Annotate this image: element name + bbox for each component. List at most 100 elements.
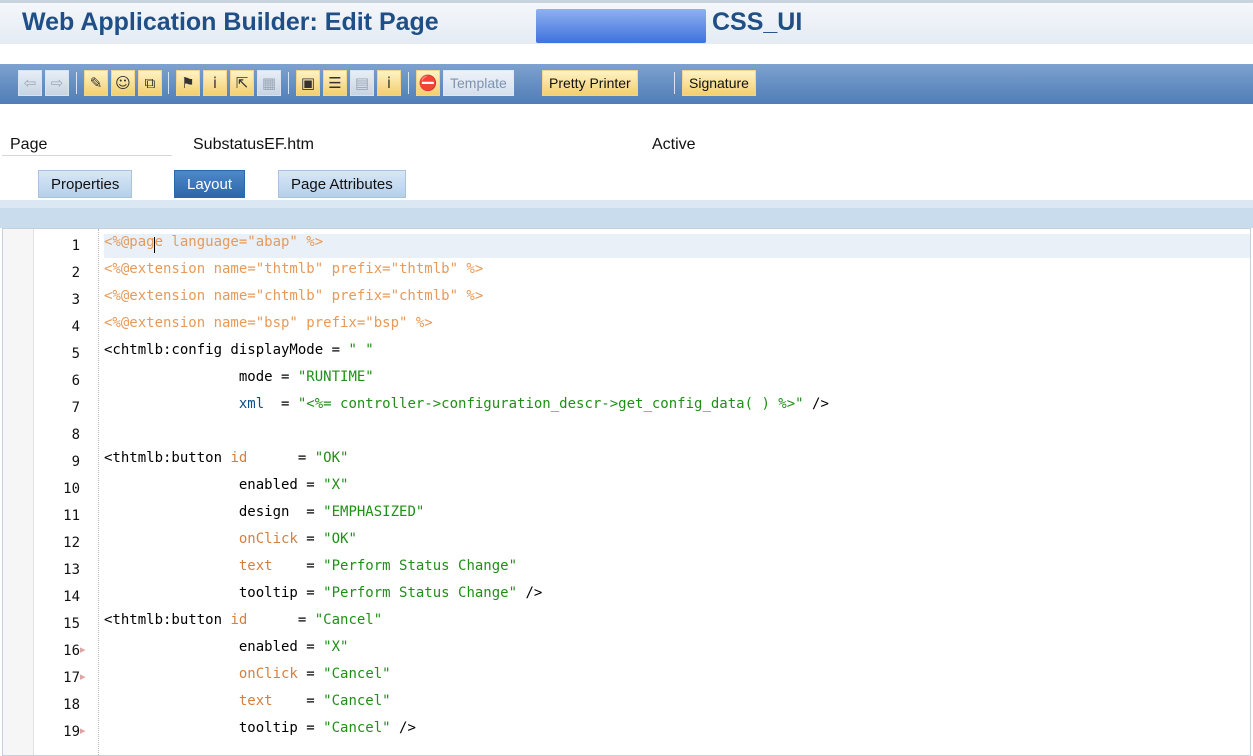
info-icon[interactable]: i: [377, 70, 401, 96]
page-field-row: Page SubstatusEF.htm Active: [0, 128, 1253, 158]
line-number: 2: [71, 265, 80, 281]
code-token: "Cancel": [323, 666, 391, 682]
page-label-underline: [2, 155, 172, 156]
pages-icon[interactable]: ⧉: [138, 70, 162, 96]
template-button: Template: [443, 70, 514, 96]
code-line[interactable]: design = "EMPHASIZED": [104, 504, 1250, 528]
pin-icon[interactable]: i: [203, 70, 227, 96]
window-title-suffix: CSS_UI: [712, 8, 803, 36]
line-number: 5: [71, 346, 80, 362]
line-number: 1: [71, 238, 80, 254]
code-line[interactable]: <thtmlb:button id = "Cancel": [104, 612, 1250, 636]
code-token: "X": [323, 477, 349, 493]
code-line[interactable]: text = "Perform Status Change": [104, 558, 1250, 582]
code-token: text: [238, 693, 273, 709]
layout-icon[interactable]: ▣: [296, 70, 320, 96]
toolbar-divider: [408, 72, 409, 94]
object-icon[interactable]: ⚑: [176, 70, 200, 96]
code-line[interactable]: enabled = "X": [104, 477, 1250, 501]
line-number: 15: [63, 616, 80, 632]
code-token: "X": [323, 639, 349, 655]
code-line[interactable]: <%@extension name="chtmlb" prefix="chtml…: [104, 288, 1250, 312]
page-name-value: SubstatusEF.htm: [193, 136, 314, 153]
code-line[interactable]: [104, 423, 1250, 447]
code-token: "Cancel": [323, 693, 391, 709]
code-editor[interactable]: 1 2 3 4 5 6 7 8 9 10 11 12 13 14 15 16 ▸ 17 ▸ 18 19 ▸ <%@page…: [2, 228, 1251, 756]
check-icon[interactable]: ☺: [111, 70, 135, 96]
code-line[interactable]: onClick = "OK": [104, 531, 1250, 555]
code-token: =: [247, 612, 315, 628]
code-line[interactable]: tooltip = "Cancel" />: [104, 720, 1250, 744]
code-token: "EMPHASIZED": [323, 504, 425, 520]
code-token: <chtmlb:config displayMode =: [104, 342, 349, 358]
code-line[interactable]: <%@extension name="bsp" prefix="bsp" %>: [104, 315, 1250, 339]
line-number: 9: [71, 454, 80, 470]
navigation-icon[interactable]: ⇱: [230, 70, 254, 96]
line-number: 8: [71, 427, 80, 443]
grid-icon: ▦: [257, 70, 281, 96]
line-number: 6: [71, 373, 80, 389]
code-line[interactable]: <chtmlb:config displayMode = " ": [104, 342, 1250, 366]
code-line[interactable]: enabled = "X": [104, 639, 1250, 663]
code-token: <thtmlb:button: [104, 450, 231, 466]
code-line[interactable]: <thtmlb:button id = "OK": [104, 450, 1250, 474]
line-number: 4: [71, 319, 80, 335]
code-token: "<%= controller->configuration_descr->ge…: [297, 396, 804, 412]
line-number: 18: [63, 697, 80, 713]
code-token: "OK": [323, 531, 357, 547]
code-token: tooltip =: [104, 585, 324, 601]
tab-properties[interactable]: Properties: [38, 170, 133, 198]
edit-icon[interactable]: ✎: [84, 70, 108, 96]
editor-left-gutter: [3, 229, 34, 755]
breakpoint-marker-icon: ▸: [80, 671, 86, 683]
line-number: 16: [63, 643, 80, 659]
page-label: Page: [10, 136, 48, 153]
code-token: <thtmlb:button: [104, 612, 231, 628]
list-icon[interactable]: ☰: [323, 70, 347, 96]
redacted-title-segment: [536, 9, 706, 43]
signature-button[interactable]: Signature: [682, 70, 756, 96]
code-token: " ": [348, 342, 374, 358]
code-token: "Perform Status Change": [323, 558, 518, 574]
toolbar-divider: [288, 72, 289, 94]
line-number-gutter: 1 2 3 4 5 6 7 8 9 10 11 12 13 14 15 16 ▸ 17 ▸ 18 19 ▸: [34, 229, 100, 755]
code-token: />: [517, 585, 543, 601]
code-token: />: [803, 396, 829, 412]
code-token: <%@page language="abap" %>: [104, 234, 324, 250]
toolbar-divider: [76, 72, 77, 94]
code-line[interactable]: <%@extension name="thtmlb" prefix="thtml…: [104, 261, 1250, 285]
code-token: enabled =: [104, 477, 324, 493]
code-line[interactable]: onClick = "Cancel": [104, 666, 1250, 690]
code-token: "OK": [314, 450, 349, 466]
code-token: =: [272, 693, 324, 709]
toolbar-divider: [168, 72, 169, 94]
code-line[interactable]: xml = "<%= controller->configuration_des…: [104, 396, 1250, 420]
code-token: =: [297, 666, 324, 682]
text-caret: [154, 237, 155, 253]
forward-icon: ⇨: [45, 70, 69, 96]
line-number: 3: [71, 292, 80, 308]
pretty-printer-button[interactable]: Pretty Printer: [542, 70, 638, 96]
line-number: 13: [63, 562, 80, 578]
code-token: text: [238, 558, 273, 574]
tab-page-attributes[interactable]: Page Attributes: [278, 170, 406, 198]
line-number: 19: [63, 724, 80, 740]
code-line[interactable]: <%@page language="abap" %>: [104, 234, 1250, 258]
code-token: id: [230, 450, 248, 466]
page-status-value: Active: [652, 136, 696, 153]
code-line[interactable]: tooltip = "Perform Status Change" />: [104, 585, 1250, 609]
back-icon: ⇦: [18, 70, 42, 96]
line-number: 14: [63, 589, 80, 605]
tab-layout[interactable]: Layout: [174, 170, 246, 198]
code-token: tooltip =: [104, 720, 324, 736]
code-line[interactable]: text = "Cancel": [104, 693, 1250, 717]
code-token: "Cancel": [323, 720, 391, 736]
code-line[interactable]: mode = "RUNTIME": [104, 369, 1250, 393]
stop-icon[interactable]: ⛔: [416, 70, 440, 96]
line-number: 10: [63, 481, 80, 497]
tab-bar: Properties Layout Page Attributes: [0, 170, 1253, 200]
code-token: xml: [238, 396, 265, 412]
window-title-bar: Web Application Builder: Edit Page CSS_U…: [0, 0, 1253, 44]
